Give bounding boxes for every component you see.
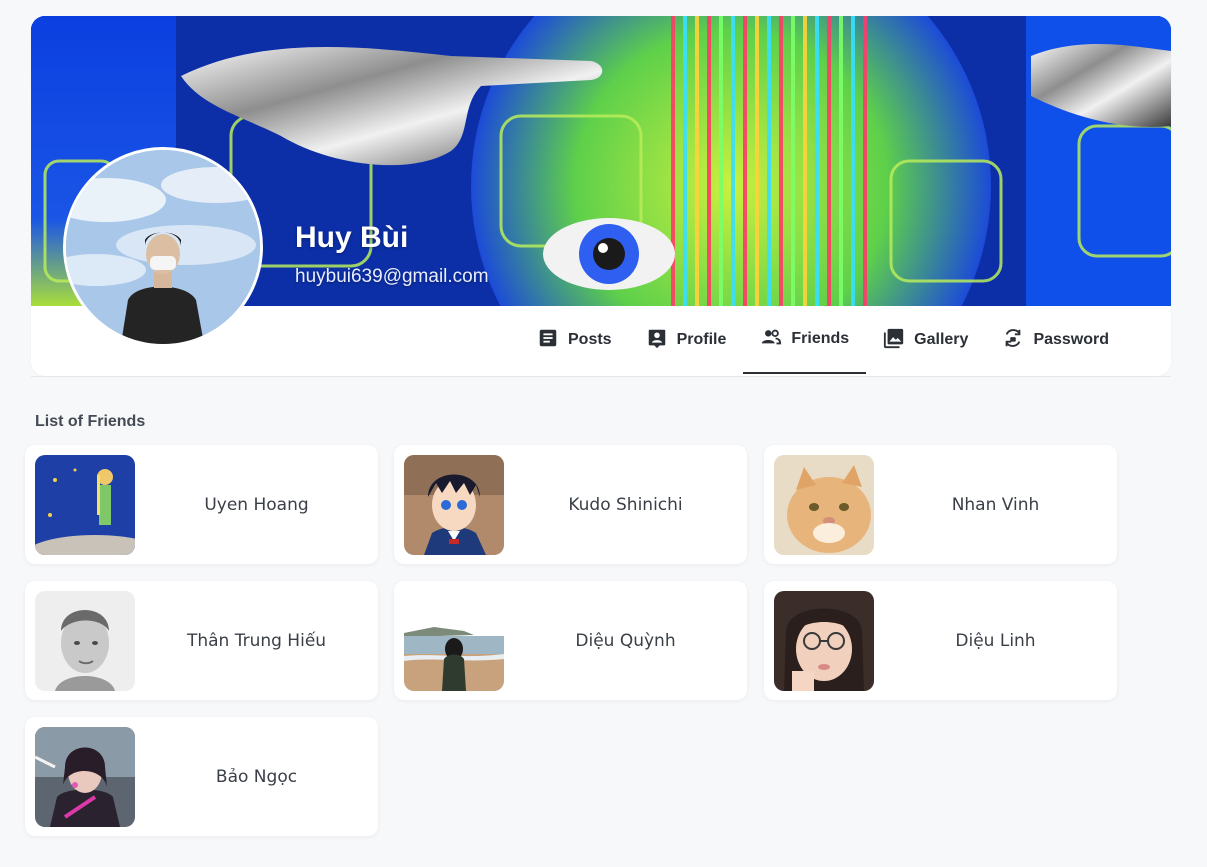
tab-posts[interactable]: Posts	[520, 306, 629, 374]
tab-posts-label: Posts	[568, 331, 612, 348]
friends-section-title: List of Friends	[35, 413, 146, 430]
friend-card[interactable]: Thân Trung Hiếu	[25, 581, 378, 700]
tab-friends[interactable]: Friends	[743, 306, 867, 374]
friend-photo	[774, 455, 874, 555]
friend-name: Uyen Hoang	[204, 494, 309, 515]
friend-name: Kudo Shinichi	[568, 494, 683, 515]
password-reset-icon	[1002, 327, 1024, 354]
friend-photo	[404, 455, 504, 555]
profile-email: huybui639@gmail.com	[295, 266, 489, 287]
profile-name: Huy Bùi	[295, 221, 409, 254]
friend-photo	[404, 591, 504, 691]
friend-card[interactable]: Nhan Vinh	[764, 445, 1117, 564]
friend-photo	[35, 591, 135, 691]
friend-name: Thân Trung Hiếu	[186, 630, 327, 651]
friend-name: Diệu Quỳnh	[575, 630, 676, 651]
friend-photo	[35, 727, 135, 827]
image-icon	[883, 327, 905, 354]
tab-friends-label: Friends	[791, 330, 850, 347]
friend-name: Bảo Ngọc	[215, 766, 298, 787]
friend-card[interactable]: Diệu Linh	[764, 581, 1117, 700]
tab-password[interactable]: Password	[985, 306, 1126, 374]
friend-card[interactable]: Diệu Quỳnh	[394, 581, 747, 700]
people-icon	[760, 326, 782, 353]
article-icon	[537, 327, 559, 354]
tab-gallery-label: Gallery	[914, 331, 969, 348]
friend-name: Nhan Vinh	[951, 494, 1040, 515]
tab-profile-label: Profile	[676, 331, 727, 348]
profile-icon	[646, 327, 668, 354]
friend-photo	[774, 591, 874, 691]
tab-profile[interactable]: Profile	[629, 306, 744, 374]
friend-card[interactable]: Kudo Shinichi	[394, 445, 747, 564]
header-divider	[31, 376, 1171, 377]
profile-avatar[interactable]	[63, 147, 263, 347]
tab-password-label: Password	[1033, 331, 1110, 348]
profile-tabs: Posts Profile Friends Gallery Password	[520, 306, 1126, 376]
tab-gallery[interactable]: Gallery	[866, 306, 985, 374]
friend-name: Diệu Linh	[955, 630, 1036, 651]
friend-card[interactable]: Uyen Hoang	[25, 445, 378, 564]
friend-photo	[35, 455, 135, 555]
friend-card[interactable]: Bảo Ngọc	[25, 717, 378, 836]
